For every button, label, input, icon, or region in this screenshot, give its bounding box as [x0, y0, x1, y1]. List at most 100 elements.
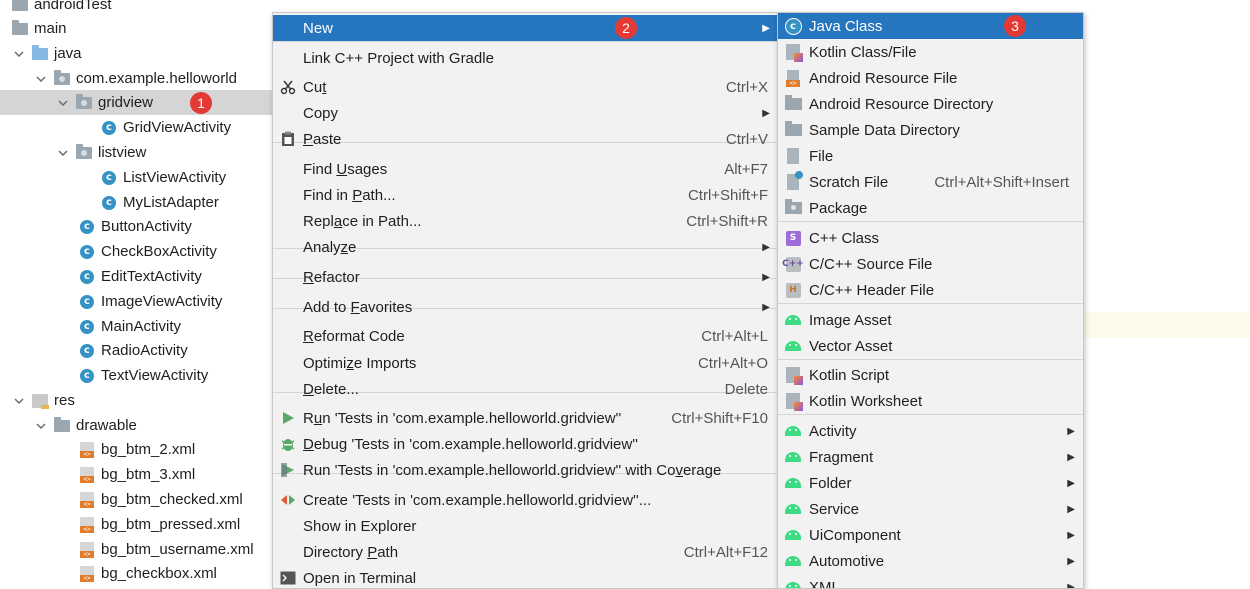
- shortcut-label: Ctrl+Shift+R: [686, 213, 768, 230]
- mnemonic: P: [352, 187, 362, 204]
- folder-icon: [784, 121, 802, 139]
- label-text: erage: [683, 462, 721, 479]
- new-item-image-asset[interactable]: Image Asset: [778, 307, 1083, 333]
- new-item-service[interactable]: Service▶: [778, 496, 1083, 522]
- cpp-class-icon: S: [784, 229, 802, 247]
- tree-row[interactable]: cRadioActivity: [0, 338, 272, 363]
- tree-row[interactable]: bg_btm_username.xml: [0, 537, 272, 562]
- tree-row[interactable]: cGridViewActivity: [0, 115, 272, 140]
- new-item-c-class[interactable]: SC++ Class: [778, 225, 1083, 251]
- shortcut-label: Ctrl+Alt+Shift+Insert: [934, 174, 1069, 191]
- chevron-down-icon[interactable]: [12, 394, 26, 408]
- new-item-c-c-header-file[interactable]: HC/C++ Header File: [778, 277, 1083, 303]
- folder-icon: [784, 95, 802, 113]
- tree-row[interactable]: bg_btm_3.xml: [0, 462, 272, 487]
- menu-item-analyze[interactable]: Analyze▶: [273, 234, 778, 260]
- new-item-vector-asset[interactable]: Vector Asset: [778, 333, 1083, 359]
- label-text: ce in Path...: [342, 213, 421, 230]
- menu-item-debug-tests-in-com-example-helloworld-gr[interactable]: Debug 'Tests in 'com.example.helloworld.…: [273, 431, 778, 457]
- new-item-java-class[interactable]: cJava Class3: [778, 13, 1083, 39]
- tree-row[interactable]: bg_btm_2.xml: [0, 437, 272, 462]
- menu-item-run-tests-in-com-example-helloworld-grid[interactable]: Run 'Tests in 'com.example.helloworld.gr…: [273, 405, 778, 431]
- menu-item-label: New: [303, 20, 333, 37]
- new-item-package[interactable]: Package: [778, 195, 1083, 221]
- menu-item-label: Find Usages: [303, 161, 387, 178]
- label-text: Link C++ Project with Gradle: [303, 50, 494, 67]
- tree-row[interactable]: cEditTextActivity: [0, 264, 272, 289]
- tree-row[interactable]: bg_btm_pressed.xml: [0, 512, 272, 537]
- new-item-folder[interactable]: Folder▶: [778, 470, 1083, 496]
- tree-row[interactable]: bg_checkbox.xml: [0, 561, 272, 586]
- tree-row-label: ListViewActivity: [123, 169, 226, 186]
- menu-item-new[interactable]: New▶2: [273, 15, 778, 41]
- chevron-down-icon[interactable]: [34, 419, 48, 433]
- new-item-activity[interactable]: Activity▶: [778, 418, 1083, 444]
- menu-item-link-c-project-with-gradle[interactable]: Link C++ Project with Gradle: [273, 45, 778, 71]
- tree-row[interactable]: cImageViewActivity: [0, 289, 272, 314]
- tree-row-label: bg_btm_checked.xml: [101, 491, 243, 508]
- android-icon: [784, 448, 802, 466]
- new-item-scratch-file[interactable]: Scratch FileCtrl+Alt+Shift+Insert: [778, 169, 1083, 195]
- menu-item-add-to-favorites[interactable]: Add to Favorites▶: [273, 294, 778, 320]
- menu-item-create-tests-in-com-example-helloworld-g[interactable]: Create 'Tests in 'com.example.helloworld…: [273, 487, 778, 513]
- menu-item-reformat-code[interactable]: Reformat CodeCtrl+Alt+L: [273, 323, 778, 349]
- new-item-uicomponent[interactable]: UiComponent▶: [778, 522, 1083, 548]
- chevron-down-icon[interactable]: [34, 72, 48, 86]
- submenu-arrow-icon: ▶: [1067, 582, 1075, 589]
- tree-row-label: main: [34, 20, 67, 37]
- new-item-c-c-source-file[interactable]: C++C/C++ Source File: [778, 251, 1083, 277]
- menu-item-directory-path[interactable]: Directory PathCtrl+Alt+F12: [273, 539, 778, 565]
- tree-row[interactable]: bg_btm_checked.xml: [0, 487, 272, 512]
- new-item-android-resource-file[interactable]: Android Resource File: [778, 65, 1083, 91]
- shortcut-label: Ctrl+X: [726, 79, 768, 96]
- new-item-kotlin-class-file[interactable]: Kotlin Class/File: [778, 39, 1083, 65]
- menu-item-optimize-imports[interactable]: Optimize ImportsCtrl+Alt+O: [273, 350, 778, 376]
- menu-item-cut[interactable]: Cut Ctrl+X: [273, 74, 778, 100]
- tree-row[interactable]: listview: [0, 140, 272, 165]
- new-item-kotlin-script[interactable]: Kotlin Script: [778, 362, 1083, 388]
- tree-row[interactable]: cListViewActivity: [0, 165, 272, 190]
- menu-item-open-in-terminal[interactable]: Open in Terminal: [273, 565, 778, 589]
- menu-item-delete[interactable]: Delete...Delete: [273, 376, 778, 402]
- new-item-file[interactable]: File: [778, 143, 1083, 169]
- tree-row[interactable]: cTextViewActivity: [0, 363, 272, 388]
- menu-item-label: Create 'Tests in 'com.example.helloworld…: [303, 492, 651, 509]
- menu-item-find-in-path[interactable]: Find in Path...Ctrl+Shift+F: [273, 182, 778, 208]
- package-icon: [784, 199, 802, 217]
- menu-item-show-in-explorer[interactable]: Show in Explorer: [273, 513, 778, 539]
- mnemonic: R: [303, 269, 314, 286]
- new-item-kotlin-worksheet[interactable]: Kotlin Worksheet: [778, 388, 1083, 414]
- tree-row[interactable]: com.example.helloworld: [0, 66, 272, 91]
- new-item-android-resource-directory[interactable]: Android Resource Directory: [778, 91, 1083, 117]
- menu-item-replace-in-path[interactable]: Replace in Path...Ctrl+Shift+R: [273, 208, 778, 234]
- tree-row[interactable]: cCheckBoxActivity: [0, 239, 272, 264]
- tree-row[interactable]: drawable: [0, 413, 272, 438]
- new-item-automotive[interactable]: Automotive▶: [778, 548, 1083, 574]
- chevron-down-icon[interactable]: [56, 146, 70, 160]
- menu-item-label: Reformat Code: [303, 328, 405, 345]
- menu-item-refactor[interactable]: Refactor▶: [273, 264, 778, 290]
- tree-row[interactable]: cMyListAdapter: [0, 190, 272, 215]
- tree-row[interactable]: java: [0, 41, 272, 66]
- android-icon: [784, 578, 802, 589]
- tree-row[interactable]: gridview1: [0, 90, 272, 115]
- menu-item-run-tests-in-com-example-helloworld-grid[interactable]: Run 'Tests in 'com.example.helloworld.gr…: [273, 457, 778, 483]
- chevron-down-icon[interactable]: [12, 47, 26, 61]
- tree-row[interactable]: androidTest: [0, 0, 272, 17]
- tree-row[interactable]: main: [0, 16, 272, 41]
- menu-item-label: Automotive: [809, 553, 884, 570]
- menu-item-find-usages[interactable]: Find UsagesAlt+F7: [273, 156, 778, 182]
- tree-row-label: bg_btm_username.xml: [101, 541, 254, 558]
- menu-item-paste[interactable]: PasteCtrl+V: [273, 126, 778, 152]
- label-text: sages: [347, 161, 387, 178]
- tree-row[interactable]: cButtonActivity: [0, 214, 272, 239]
- tree-row[interactable]: res: [0, 388, 272, 413]
- menu-item-copy[interactable]: Copy▶: [273, 100, 778, 126]
- new-item-fragment[interactable]: Fragment▶: [778, 444, 1083, 470]
- chevron-down-icon[interactable]: [56, 96, 70, 110]
- menu-item-label: Cut: [303, 79, 326, 96]
- submenu-arrow-icon: ▶: [1067, 478, 1075, 489]
- tree-row[interactable]: cMainActivity: [0, 314, 272, 339]
- menu-item-label: Link C++ Project with Gradle: [303, 50, 494, 67]
- new-item-sample-data-directory[interactable]: Sample Data Directory: [778, 117, 1083, 143]
